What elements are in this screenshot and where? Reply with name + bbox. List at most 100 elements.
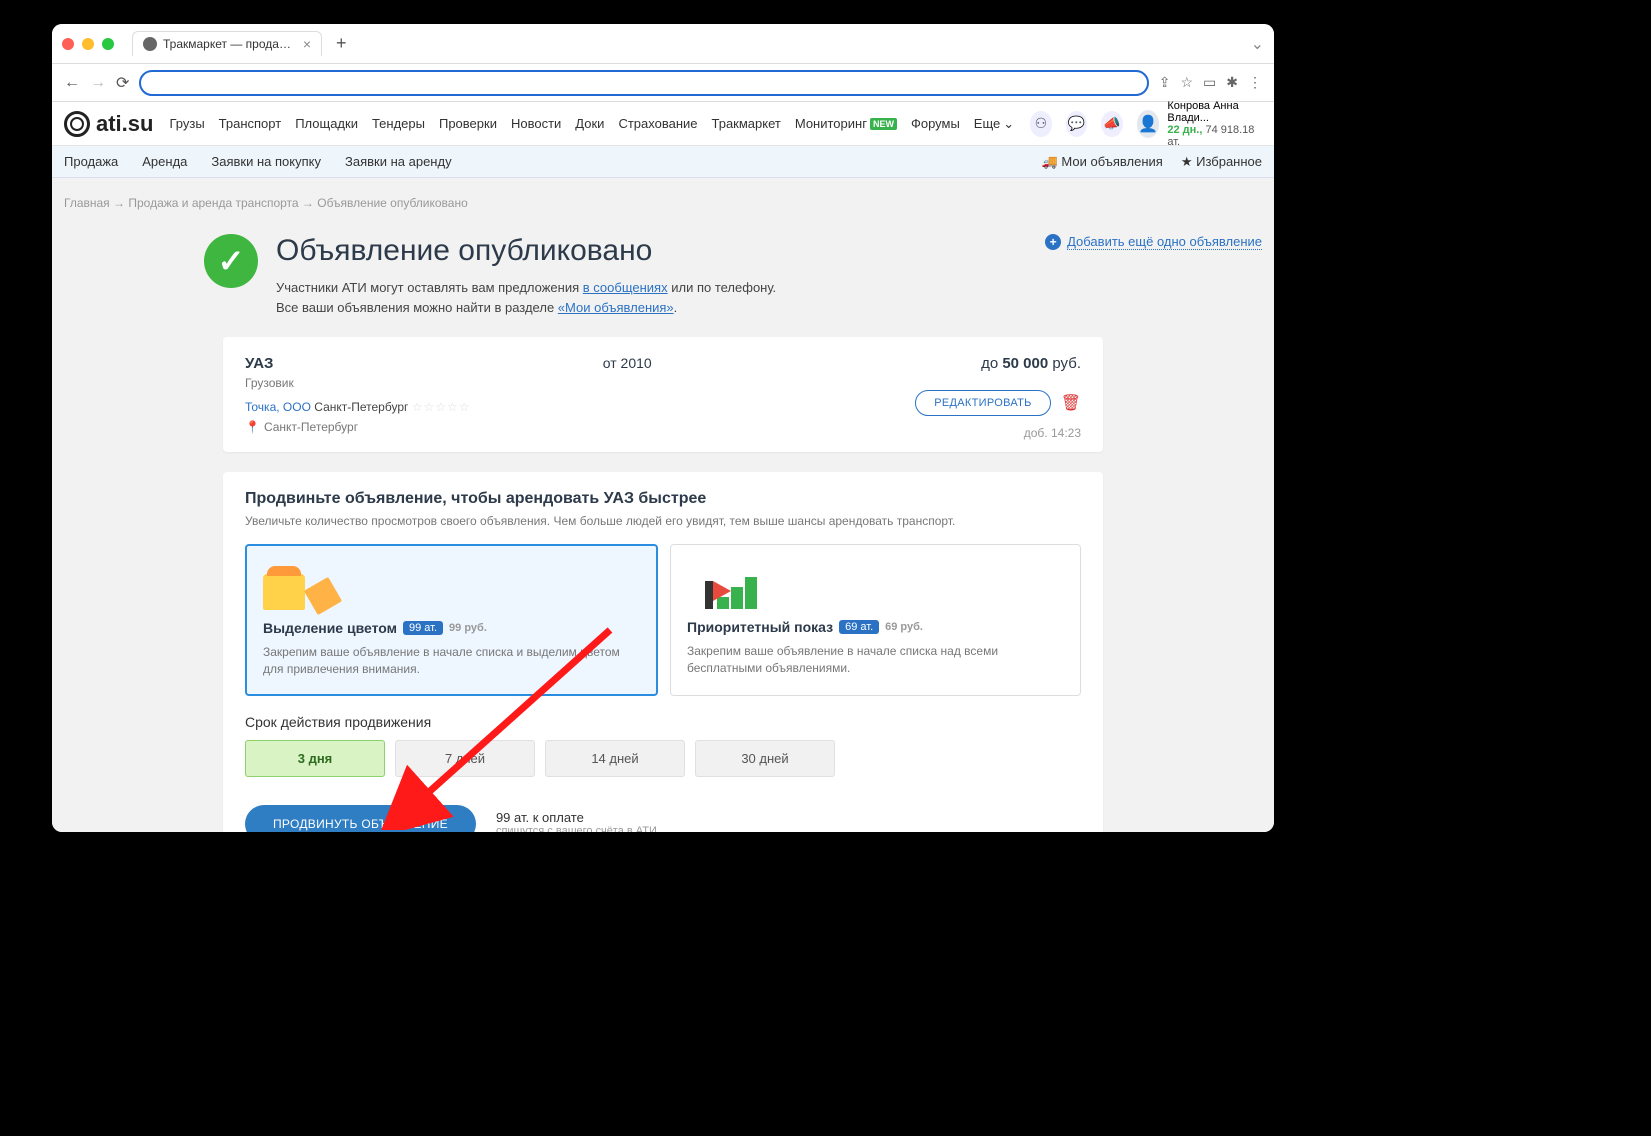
payment-info: 99 ат. к оплате спишутся с вашего счёта … bbox=[496, 810, 657, 832]
menu-icon[interactable]: ⋮ bbox=[1248, 74, 1262, 91]
nav-novosti[interactable]: Новости bbox=[511, 116, 561, 132]
price-tag: 99 ат. bbox=[403, 621, 443, 635]
nav-monitoring[interactable]: МониторингNEW bbox=[795, 116, 897, 132]
back-button[interactable]: ← bbox=[64, 74, 80, 92]
header-right: ⚇ 💬 📣 👤 Конрова Анна Влади... 22 дн., 74… bbox=[1030, 100, 1262, 148]
nav-tendery[interactable]: Тендеры bbox=[372, 116, 425, 132]
promo-subtitle: Увеличьте количество просмотров своего о… bbox=[245, 514, 1081, 528]
crumb-home[interactable]: Главная bbox=[64, 196, 110, 210]
promo-options: Выделение цветом 99 ат. 99 руб. Закрепим… bbox=[245, 544, 1081, 696]
favicon-icon bbox=[143, 37, 157, 51]
browser-window: Тракмаркет — продажа, арен × + ⌄ ← → ⟳ ⇪… bbox=[52, 24, 1274, 832]
promote-button[interactable]: ПРОДВИНУТЬ ОБЪЯВЛЕНИЕ bbox=[245, 805, 476, 832]
bucket-brush-icon bbox=[263, 562, 640, 610]
location-row: 📍Санкт-Петербург bbox=[245, 420, 1081, 434]
my-listings-link-inline[interactable]: «Мои объявления» bbox=[558, 300, 674, 315]
duration-30d[interactable]: 30 дней bbox=[695, 740, 835, 777]
nav-transport[interactable]: Транспорт bbox=[219, 116, 282, 132]
nav-doki[interactable]: Доки bbox=[575, 116, 604, 132]
duration-selector: 3 дня 7 дней 14 дней 30 дней bbox=[245, 740, 1081, 777]
star-rating: ☆☆☆☆☆ bbox=[412, 400, 471, 414]
share-icon[interactable]: ⇪ bbox=[1159, 74, 1171, 91]
main-nav: Грузы Транспорт Площадки Тендеры Проверк… bbox=[169, 116, 1014, 132]
favorites-link[interactable]: ★ Избранное bbox=[1181, 154, 1262, 170]
plus-icon: + bbox=[1045, 234, 1061, 250]
close-window-icon[interactable] bbox=[62, 38, 74, 50]
panel-icon[interactable]: ▭ bbox=[1203, 74, 1216, 91]
subnav-rent[interactable]: Аренда bbox=[142, 154, 187, 169]
pin-icon: 📍 bbox=[245, 420, 260, 434]
vehicle-category: Грузовик bbox=[245, 376, 1081, 390]
duration-7d[interactable]: 7 дней bbox=[395, 740, 535, 777]
search-icon[interactable]: ⚇ bbox=[1030, 111, 1051, 137]
chevron-down-icon: ⌄ bbox=[1003, 116, 1014, 132]
tab-title: Тракмаркет — продажа, арен bbox=[163, 37, 297, 51]
subnav-buy-requests[interactable]: Заявки на покупку bbox=[211, 154, 321, 169]
window-controls bbox=[62, 38, 114, 50]
delete-button[interactable]: 🗑 bbox=[1061, 393, 1081, 413]
duration-label: Срок действия продвижения bbox=[245, 714, 1081, 730]
user-days: 22 дн., bbox=[1167, 124, 1202, 136]
maximize-window-icon[interactable] bbox=[102, 38, 114, 50]
submit-row: ПРОДВИНУТЬ ОБЪЯВЛЕНИЕ 99 ат. к оплате сп… bbox=[245, 805, 1081, 832]
gear-icon bbox=[64, 111, 90, 137]
new-badge: NEW bbox=[870, 118, 897, 130]
breadcrumb: Главная → Продажа и аренда транспорта → … bbox=[64, 196, 1262, 210]
notify-icon[interactable]: 📣 bbox=[1101, 111, 1122, 137]
user-name: Конрова Анна Влади... bbox=[1167, 100, 1262, 124]
forward-button[interactable]: → bbox=[90, 74, 106, 92]
messages-link[interactable]: в сообщениях bbox=[583, 280, 668, 295]
url-input[interactable] bbox=[139, 70, 1148, 96]
user-info: Конрова Анна Влади... 22 дн., 74 918.18 … bbox=[1167, 100, 1262, 148]
extension-icon[interactable]: ✱ bbox=[1226, 74, 1238, 91]
sub-nav: Продажа Аренда Заявки на покупку Заявки … bbox=[52, 146, 1274, 178]
tab-close-icon[interactable]: × bbox=[303, 36, 311, 52]
content-area: Главная → Продажа и аренда транспорта → … bbox=[52, 178, 1274, 832]
nav-more[interactable]: Еще ⌄ bbox=[974, 116, 1014, 132]
vehicle-name: УАЗ bbox=[245, 355, 273, 372]
bookmark-icon[interactable]: ☆ bbox=[1180, 74, 1193, 91]
my-listings-link[interactable]: 🚚 Мои объявления bbox=[1042, 154, 1163, 170]
listing-timestamp: доб. 14:23 bbox=[1024, 426, 1081, 440]
subnav-rent-requests[interactable]: Заявки на аренду bbox=[345, 154, 452, 169]
browser-tab[interactable]: Тракмаркет — продажа, арен × bbox=[132, 31, 322, 56]
titlebar: Тракмаркет — продажа, арен × + ⌄ bbox=[52, 24, 1274, 64]
reload-button[interactable]: ⟳ bbox=[116, 73, 129, 93]
nav-ploshchadki[interactable]: Площадки bbox=[295, 116, 358, 132]
hero: ✓ Объявление опубликовано Участники АТИ … bbox=[204, 234, 1262, 317]
vehicle-price: до 50 000 руб. bbox=[981, 355, 1081, 372]
site-logo[interactable]: ati.su bbox=[64, 111, 153, 137]
promo-option-priority[interactable]: Приоритетный показ 69 ат. 69 руб. Закреп… bbox=[670, 544, 1081, 696]
flag-steps-icon bbox=[687, 561, 1064, 609]
nav-trakmarket[interactable]: Тракмаркет bbox=[712, 116, 781, 132]
browser-toolbar: ← → ⟳ ⇪ ☆ ▭ ✱ ⋮ bbox=[52, 64, 1274, 102]
chevron-down-icon[interactable]: ⌄ bbox=[1251, 34, 1264, 54]
promo-option-color[interactable]: Выделение цветом 99 ат. 99 руб. Закрепим… bbox=[245, 544, 658, 696]
nav-strakhovanie[interactable]: Страхование bbox=[618, 116, 697, 132]
vehicle-year: от 2010 bbox=[603, 355, 652, 372]
nav-forumy[interactable]: Форумы bbox=[911, 116, 960, 132]
nav-proverki[interactable]: Проверки bbox=[439, 116, 497, 132]
minimize-window-icon[interactable] bbox=[82, 38, 94, 50]
org-link[interactable]: Точка, ООО bbox=[245, 400, 311, 414]
duration-14d[interactable]: 14 дней bbox=[545, 740, 685, 777]
promo-title: Продвиньте объявление, чтобы арендовать … bbox=[245, 490, 1081, 508]
subnav-sale[interactable]: Продажа bbox=[64, 154, 118, 169]
hero-line2: Все ваши объявления можно найти в раздел… bbox=[276, 298, 776, 318]
success-check-icon: ✓ bbox=[204, 234, 258, 288]
edit-button[interactable]: РЕДАКТИРОВАТЬ bbox=[915, 390, 1050, 416]
add-listing-link[interactable]: + Добавить ещё одно объявление bbox=[1045, 234, 1262, 250]
hero-line1: Участники АТИ могут оставлять вам предло… bbox=[276, 278, 776, 298]
nav-gruzy[interactable]: Грузы bbox=[169, 116, 204, 132]
avatar: 👤 bbox=[1137, 110, 1160, 138]
chat-icon[interactable]: 💬 bbox=[1066, 111, 1087, 137]
truck-icon: 🚚 bbox=[1042, 154, 1058, 169]
page-title: Объявление опубликовано bbox=[276, 234, 776, 268]
new-tab-button[interactable]: + bbox=[330, 33, 353, 54]
crumb-section[interactable]: Продажа и аренда транспорта bbox=[128, 196, 298, 210]
site-header: ati.su Грузы Транспорт Площадки Тендеры … bbox=[52, 102, 1274, 146]
user-menu[interactable]: 👤 Конрова Анна Влади... 22 дн., 74 918.1… bbox=[1137, 100, 1262, 148]
promo-card: Продвиньте объявление, чтобы арендовать … bbox=[223, 472, 1103, 832]
duration-3d[interactable]: 3 дня bbox=[245, 740, 385, 777]
logo-text: ati.su bbox=[96, 111, 153, 137]
